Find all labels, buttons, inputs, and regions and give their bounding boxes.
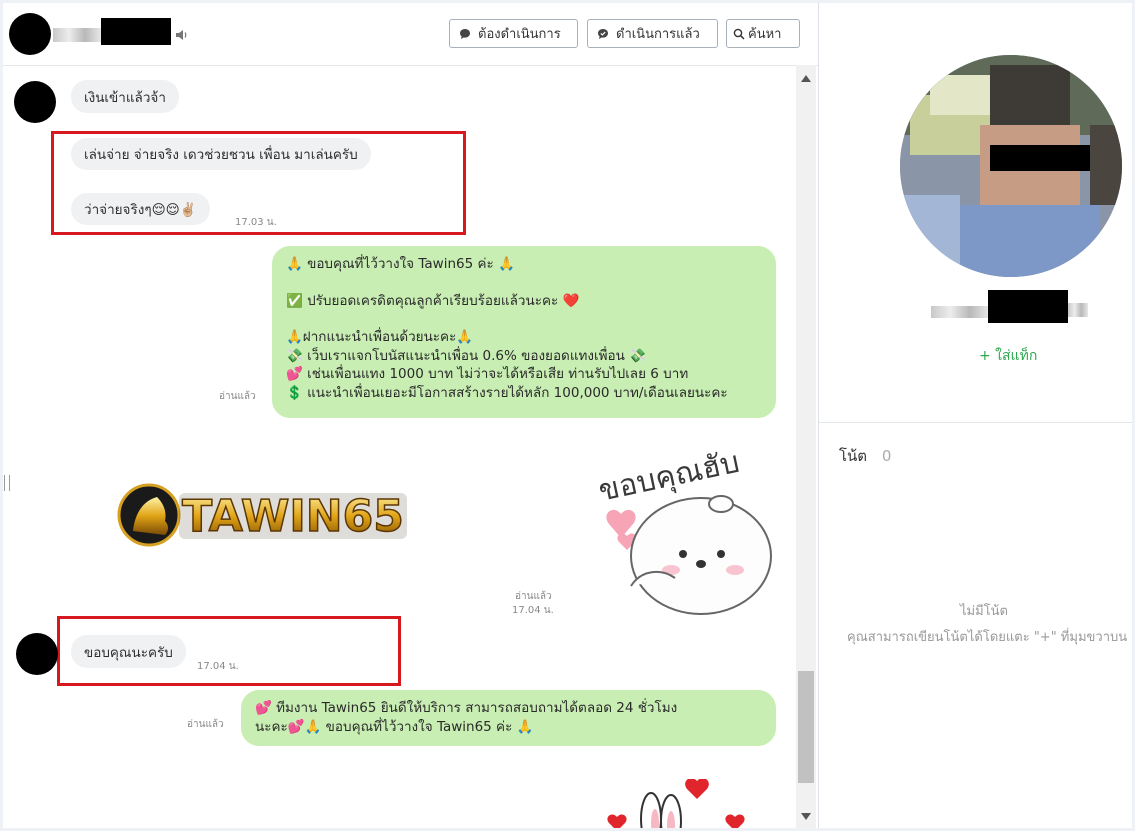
add-tag-button[interactable]: + ใส่แท็ก <box>979 345 1037 367</box>
scroll-down-arrow[interactable] <box>801 813 811 820</box>
notes-count: 0 <box>881 447 892 465</box>
incoming-message: ว่าจ่ายจริงๆ😌😌✌🏼 <box>71 193 210 225</box>
tawin65-logo-image[interactable]: TAWIN65 <box>113 473 413 553</box>
search-label: ค้นหา <box>748 27 782 42</box>
message-line: 💕 เช่นเพื่อนแทง 1000 บาท ไม่ว่าจะได้หรือ… <box>286 366 689 382</box>
message-text: ขอบคุณนะครับ <box>84 644 173 661</box>
contact-avatar[interactable] <box>9 13 51 55</box>
profile-name-redaction <box>988 290 1068 323</box>
search-icon <box>733 28 745 40</box>
profile-name-blurred <box>1068 303 1088 317</box>
done-button[interactable]: ดำเนินการแล้ว <box>587 19 718 48</box>
notes-label: โน้ต <box>839 447 868 465</box>
read-receipt: อ่านแล้ว <box>515 591 552 602</box>
chat-check-icon <box>597 28 609 40</box>
sender-avatar[interactable] <box>14 81 56 123</box>
message-line: 💕 ทีมงาน Tawin65 ยินดีให้บริการ สามารถสอ… <box>255 700 678 716</box>
read-receipt: อ่านแล้ว <box>187 719 224 730</box>
incoming-message: เงินเข้าแล้วจ้า <box>71 80 179 113</box>
read-receipt: อ่านแล้ว <box>219 391 256 402</box>
bunny-sticker[interactable] <box>599 779 759 828</box>
contact-name-blurred <box>53 28 101 42</box>
resize-handle[interactable] <box>4 475 10 491</box>
outgoing-message: 🙏 ขอบคุณที่ไว้วางใจ Tawin65 ค่ะ 🙏 ✅ ปรับ… <box>272 246 776 418</box>
message-line: นะคะ💕🙏 ขอบคุณที่ไว้วางใจ Tawin65 ค่ะ 🙏 <box>255 719 534 735</box>
message-line: 💸 เว็บเราแจกโบนัสแนะนำเพื่อน 0.6% ของยอด… <box>286 347 646 364</box>
incoming-message: ขอบคุณนะครับ <box>71 635 186 668</box>
message-line: 🙏 ขอบคุณที่ไว้วางใจ Tawin65 ค่ะ 🙏 <box>286 256 515 272</box>
done-label: ดำเนินการแล้ว <box>616 27 700 42</box>
logo-text: TAWIN65 <box>182 491 404 542</box>
message-text: เล่นจ่าย จ่ายจริง เดวช่วยชวน เพื่อน มาเล… <box>84 147 358 163</box>
profile-name-blurred <box>931 306 989 318</box>
contact-sidebar: + ใส่แท็ก โน้ต 0 ไม่มีโน้ต คุณสามารถเขีย… <box>819 3 1132 828</box>
scroll-up-arrow[interactable] <box>801 75 811 82</box>
thank-you-sticker[interactable]: ขอบคุณฮับ <box>561 445 779 621</box>
chat-bubble-icon <box>459 28 471 40</box>
message-timestamp: 17.04 น. <box>197 661 239 672</box>
message-line: 🙏ฝากแนะนำเพื่อนด้วยนะคะ🙏 <box>286 329 474 345</box>
message-text: เงินเข้าแล้วจ้า <box>84 89 166 106</box>
app-window: ต้องดำเนินการ ดำเนินการแล้ว ค้นหา เงินเข… <box>3 3 1132 828</box>
contact-name-redaction <box>101 18 171 45</box>
todo-label: ต้องดำเนินการ <box>478 27 561 42</box>
todo-button[interactable]: ต้องดำเนินการ <box>449 19 578 48</box>
empty-notes-hint: คุณสามารถเขียนโน้ตได้โดยแตะ "+" ที่มุมขว… <box>847 630 1128 645</box>
empty-notes-title: ไม่มีโน้ต <box>960 604 1008 619</box>
outgoing-message: 💕 ทีมงาน Tawin65 ยินดีให้บริการ สามารถสอ… <box>241 690 776 746</box>
incoming-message: เล่นจ่าย จ่ายจริง เดวช่วยชวน เพื่อน มาเล… <box>71 138 371 170</box>
scroll-thumb[interactable] <box>798 671 814 783</box>
chat-scrollbar[interactable] <box>796 65 816 828</box>
message-line: ✅ ปรับยอดเครดิตคุณลูกค้าเรียบร้อยแล้วนะค… <box>286 292 580 309</box>
profile-photo[interactable] <box>900 55 1122 277</box>
chat-header: ต้องดำเนินการ ดำเนินการแล้ว ค้นหา <box>3 3 818 66</box>
divider <box>819 422 1132 423</box>
message-timestamp: 17.04 น. <box>512 605 554 616</box>
sender-avatar[interactable] <box>16 633 58 675</box>
chat-pane: ต้องดำเนินการ ดำเนินการแล้ว ค้นหา เงินเข… <box>3 3 819 828</box>
message-line: 💲 แนะนำเพื่อนเยอะมีโอกาสสร้างรายได้หลัก … <box>286 384 728 401</box>
notes-heading: โน้ต 0 <box>839 444 891 468</box>
message-timestamp: 17.03 น. <box>235 217 277 228</box>
message-text: ว่าจ่ายจริงๆ😌😌✌🏼 <box>84 202 197 218</box>
speaker-icon[interactable] <box>175 27 189 41</box>
search-button[interactable]: ค้นหา <box>726 19 800 48</box>
